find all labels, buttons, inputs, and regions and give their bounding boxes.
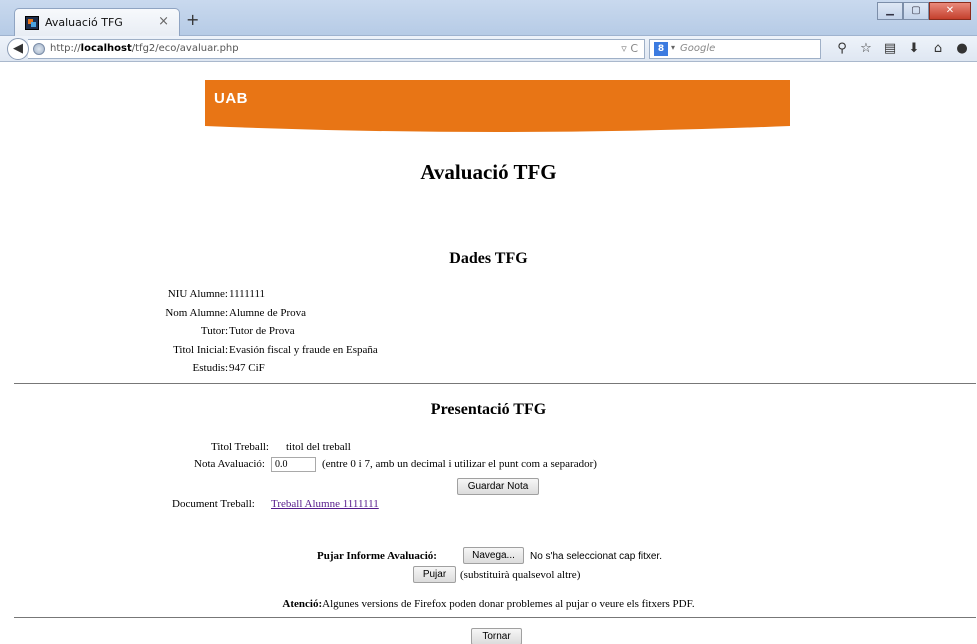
dades-row-value: Tutor de Prova xyxy=(229,325,295,337)
pujar-hint: (substituirà qualsevol altre) xyxy=(460,569,581,581)
no-file-text: No s'ha seleccionat cap fitxer. xyxy=(530,551,662,562)
document-label: Document Treball: xyxy=(172,498,255,510)
pujar-informe-label: Pujar Informe Avaluació: xyxy=(317,550,437,562)
dades-row-value: 1111111 xyxy=(229,288,266,300)
guardar-nota-button[interactable]: Guardar Nota xyxy=(457,478,539,495)
banner-shape xyxy=(205,80,790,132)
url-text[interactable]: http://localhost/tfg2/eco/avaluar.php xyxy=(50,43,239,54)
search-icon[interactable]: ⚲ xyxy=(830,40,854,58)
download-icon[interactable]: ⬇ xyxy=(902,40,926,58)
google-engine-icon[interactable]: 8 xyxy=(654,42,668,56)
browser-titlebar: Avaluació TFG × + ▁ ▢ ✕ xyxy=(0,0,977,36)
atencio-notice: Atenció:Algunes versions de Firefox pode… xyxy=(0,597,977,612)
titol-treball-label: Titol Treball: xyxy=(211,441,269,453)
uab-logo: UAB xyxy=(214,90,248,107)
dades-row-value: Evasión fiscal y fraude en España xyxy=(229,343,378,356)
tornar-button[interactable]: Tornar xyxy=(471,628,522,644)
browser-tab-active[interactable]: Avaluació TFG × xyxy=(14,8,180,36)
nota-label: Nota Avaluació: xyxy=(194,458,265,470)
dades-row-label: NIU Alumne: xyxy=(167,288,228,300)
dades-row: NIU Alumne: 1111111 xyxy=(0,287,977,302)
browser-toolbar-icons: ⚲ ☆ ▤ ⬇ ⌂ ● ≡ xyxy=(830,40,977,58)
search-input[interactable]: Google xyxy=(680,43,715,54)
dades-row: Nom Alumne: Alumne de Prova xyxy=(0,306,977,321)
browser-navbar: http://localhost/tfg2/eco/avaluar.php ▿ … xyxy=(0,36,977,62)
dades-row: Titol Inicial: Evasión fiscal y fraude en… xyxy=(0,343,977,358)
chat-icon[interactable]: ● xyxy=(950,40,974,58)
atencio-text: Algunes versions de Firefox poden donar … xyxy=(322,598,695,610)
reload-icon[interactable]: ▿ C xyxy=(621,42,638,55)
bookmarks-icon[interactable]: ▤ xyxy=(878,40,902,58)
star-icon[interactable]: ☆ xyxy=(854,40,878,58)
dades-section-title: Dades TFG xyxy=(449,250,528,267)
dades-row-label: Estudis: xyxy=(192,362,228,374)
divider xyxy=(14,617,976,618)
dades-row: Estudis: 947 CiF xyxy=(0,361,977,376)
uab-banner: UAB xyxy=(205,80,790,133)
minimize-icon[interactable]: ▁ xyxy=(877,2,903,20)
document-link[interactable]: Treball Alumne 1111111 xyxy=(271,497,379,512)
presentacio-section-title: Presentació TFG xyxy=(430,401,547,418)
dades-row: Tutor: Tutor de Prova xyxy=(0,324,977,339)
page-title: Avaluació TFG xyxy=(420,160,557,184)
new-tab-button[interactable]: + xyxy=(186,10,199,29)
dades-row-value: Alumne de Prova xyxy=(229,306,306,319)
globe-icon xyxy=(33,43,45,55)
pujar-button[interactable]: Pujar xyxy=(413,566,456,583)
window-controls: ▁ ▢ ✕ xyxy=(877,2,971,22)
dades-row-value: 947 CiF xyxy=(229,362,265,374)
close-window-icon[interactable]: ✕ xyxy=(929,2,971,20)
nota-hint: (entre 0 i 7, amb un decimal i utilizar … xyxy=(322,458,597,470)
maximize-icon[interactable]: ▢ xyxy=(903,2,929,20)
dades-row-label: Titol Inicial: xyxy=(173,343,228,356)
navega-button[interactable]: Navega... xyxy=(463,547,524,564)
dades-row-label: Tutor: xyxy=(200,325,228,337)
nota-input[interactable]: 0.0 xyxy=(271,457,316,472)
tab-title: Avaluació TFG xyxy=(45,16,123,29)
dades-row-label: Nom Alumne: xyxy=(165,306,228,319)
uab-favicon-icon xyxy=(25,16,39,30)
home-icon[interactable]: ⌂ xyxy=(926,40,950,58)
back-arrow-icon[interactable]: ◀ xyxy=(7,38,29,60)
search-bar[interactable]: 8 ▾ Google xyxy=(649,39,821,59)
divider xyxy=(14,383,976,384)
atencio-bold: Atenció: xyxy=(282,598,323,610)
chevron-down-icon[interactable]: ▾ xyxy=(671,43,675,52)
titol-treball-value: titol del treball xyxy=(286,441,351,453)
url-bar[interactable]: http://localhost/tfg2/eco/avaluar.php ▿ … xyxy=(28,39,645,59)
tab-close-icon[interactable]: × xyxy=(158,14,169,29)
